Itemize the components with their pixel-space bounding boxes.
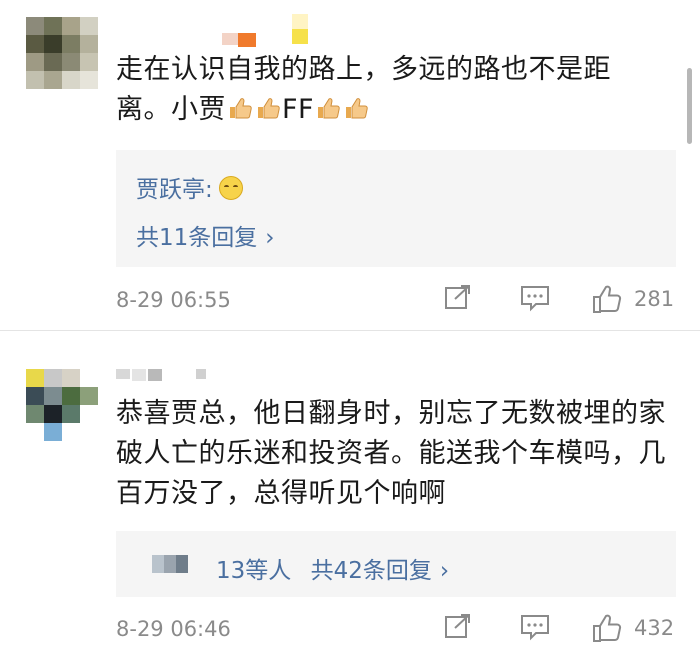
chevron-right-icon: › (265, 225, 275, 251)
reply-author-name[interactable]: 贾跃亭: (136, 177, 213, 203)
share-icon (445, 285, 470, 309)
share-button[interactable] (444, 284, 472, 310)
liker-avatar-pixelated (152, 555, 188, 573)
smile-emoji-icon (218, 176, 243, 200)
like-count: 281 (634, 287, 675, 311)
timestamp: 8-29 06:46 (116, 617, 231, 641)
chevron-right-icon: › (439, 558, 450, 584)
comment-text: 恭喜贾总，他日翻身时，别忘了无数被埋的家破人亡的乐迷和投资者。能送我个车模吗，几… (116, 398, 666, 509)
avatar[interactable] (26, 369, 98, 441)
like-button[interactable]: 281 (592, 284, 674, 314)
reply-likers-label[interactable]: 13等人 (216, 558, 291, 584)
avatar[interactable] (26, 17, 98, 89)
timestamp: 8-29 06:55 (116, 288, 231, 312)
comment-item: 走在认识自我的路上，多远的路也不是距 离。小贾 FF 贾跃亭: 共11条回复 › 8… (0, 0, 700, 330)
comment-icon (521, 286, 549, 312)
reply-count-label[interactable]: 共42条回复 (311, 558, 432, 584)
comment-text-fragment: FF (282, 94, 315, 125)
reply-box[interactable]: 13等人 共42条回复 › (116, 531, 676, 597)
thumbs-up-icon (593, 614, 622, 642)
comment-icon (521, 615, 549, 641)
username-badge-pixelated (292, 14, 308, 44)
comment-text: 走在认识自我的路上，多远的路也不是距 离。小贾 FF (116, 50, 686, 130)
share-icon (445, 614, 470, 638)
thumbs-up-emoji-icon (318, 98, 340, 119)
reply-box[interactable]: 贾跃亭: 共11条回复 › (116, 150, 676, 267)
thumbs-up-emoji-icon (258, 98, 280, 119)
thumbs-up-emoji-icon (346, 98, 368, 119)
thumbs-up-emoji-icon (230, 98, 252, 119)
reply-author[interactable]: 贾跃亭: (136, 170, 243, 204)
comment-text-line: 走在认识自我的路上，多远的路也不是距 (116, 54, 611, 85)
comment-button[interactable] (520, 284, 550, 312)
username-pixelated[interactable] (116, 369, 216, 381)
thumbs-up-icon (593, 285, 622, 313)
share-button[interactable] (444, 613, 472, 639)
reply-count-label[interactable]: 共11条回复 (136, 225, 257, 251)
comment-text-line: 离。小贾 FF (116, 90, 686, 130)
comment-item: 恭喜贾总，他日翻身时，别忘了无数被埋的家破人亡的乐迷和投资者。能送我个车模吗，几… (0, 330, 700, 660)
comment-button[interactable] (520, 613, 550, 641)
like-button[interactable]: 432 (592, 613, 674, 643)
reply-summary-link[interactable]: 13等人 共42条回复 › (216, 551, 449, 585)
like-count: 432 (634, 616, 675, 640)
comment-text-fragment: 离。小贾 (116, 94, 226, 125)
reply-count-link[interactable]: 共11条回复 › (136, 218, 274, 252)
username-pixelated[interactable] (222, 33, 282, 47)
